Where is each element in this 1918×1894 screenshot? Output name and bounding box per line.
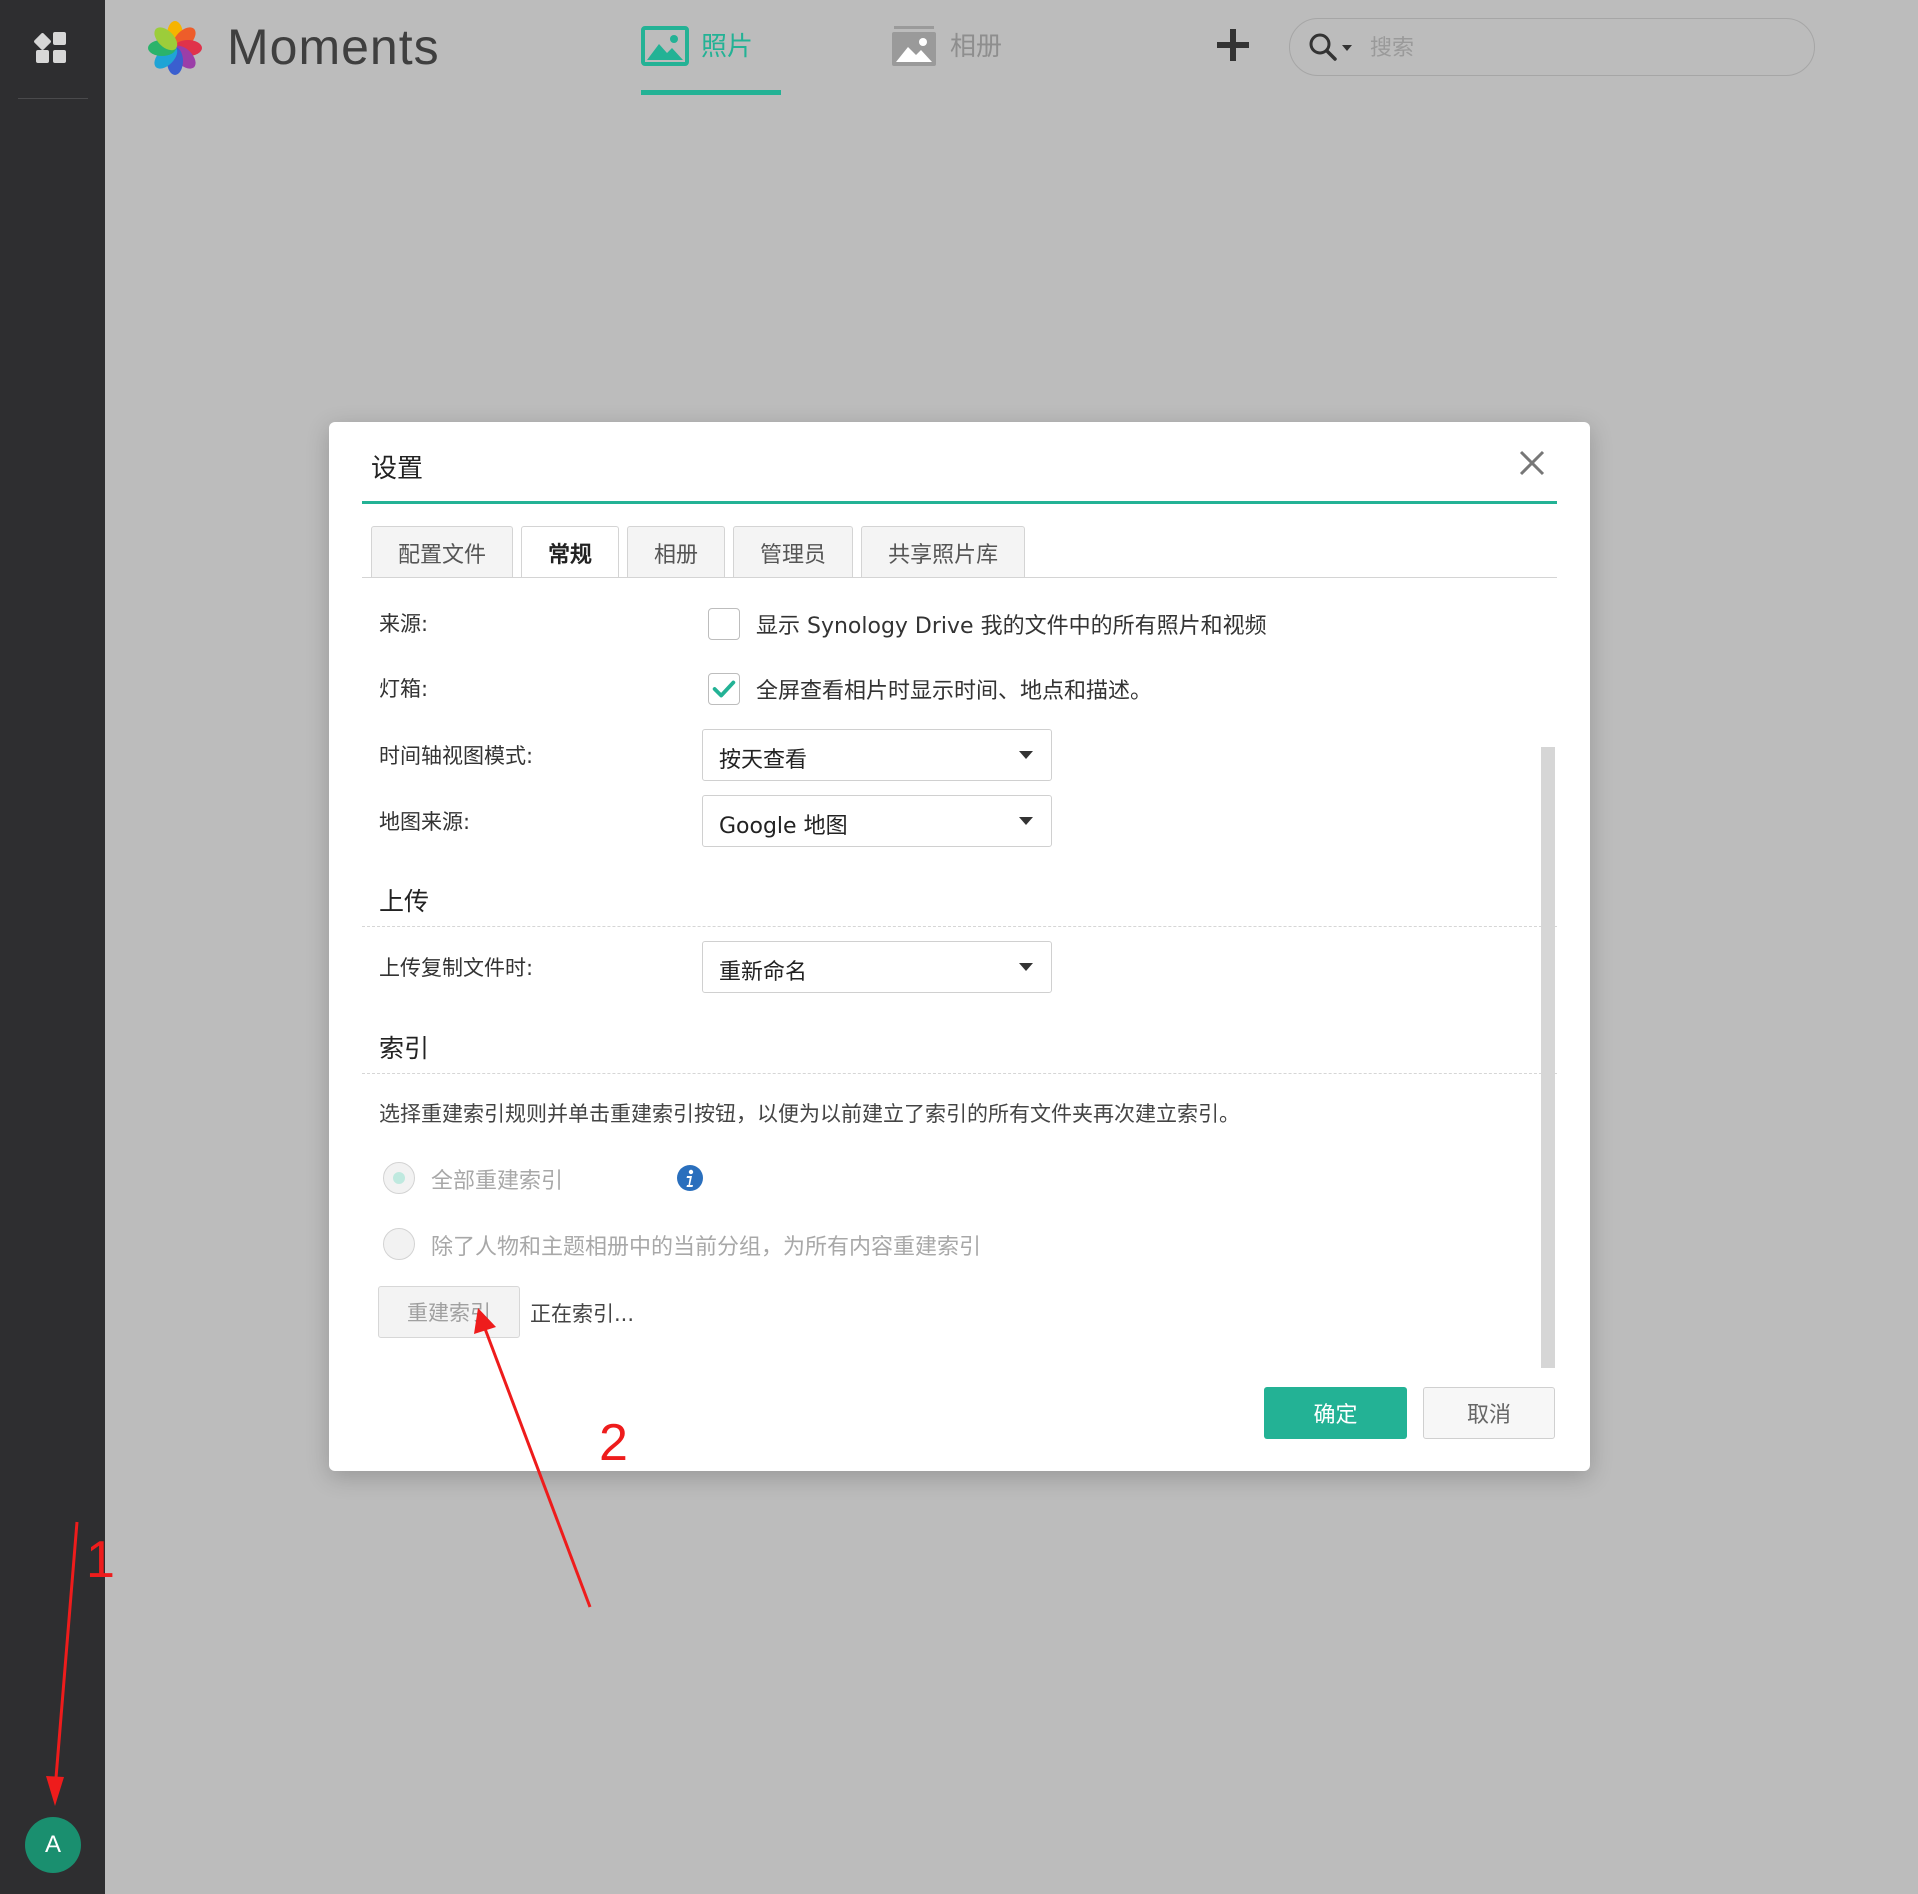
search-options-caret-icon[interactable] — [1342, 45, 1352, 51]
map-source-select[interactable]: Google 地图 — [702, 795, 1052, 847]
tab-photos-label: 照片 — [701, 32, 754, 62]
dropdown-caret-icon — [1019, 817, 1033, 825]
map-source-label: 地图来源: — [379, 810, 471, 834]
rail-divider — [18, 98, 88, 99]
source-checkbox-text: 显示 Synology Drive 我的文件中的所有照片和视频 — [756, 614, 1267, 639]
close-icon[interactable] — [1515, 446, 1549, 480]
annotation-number-1: 1 — [86, 1531, 115, 1589]
cancel-button[interactable]: 取消 — [1423, 1387, 1555, 1439]
dropdown-caret-icon — [1019, 963, 1033, 971]
source-checkbox[interactable] — [708, 608, 740, 640]
settings-dialog: 设置 配置文件 常规 相册 管理员 共享照片库 来源: 显示 Synology … — [329, 422, 1590, 1471]
dropdown-caret-icon — [1019, 751, 1033, 759]
moments-logo-icon — [148, 21, 202, 75]
tab-albums-label: 相册 — [950, 32, 1003, 62]
reindex-except-groups-label: 除了人物和主题相册中的当前分组，为所有内容重建索引 — [431, 1235, 982, 1260]
app-title: Moments — [227, 19, 440, 75]
tab-albums-settings[interactable]: 相册 — [627, 526, 726, 578]
dialog-scrollbar[interactable] — [1541, 747, 1555, 1368]
add-icon[interactable] — [1214, 26, 1252, 64]
tab-albums[interactable]: 相册 — [890, 26, 1002, 96]
tab-shared-library[interactable]: 共享照片库 — [861, 526, 1026, 578]
settings-tabs: 配置文件 常规 相册 管理员 共享照片库 — [371, 526, 1026, 578]
timeline-mode-select[interactable]: 按天查看 — [702, 729, 1052, 781]
photo-icon — [641, 26, 689, 66]
duplicate-upload-label: 上传复制文件时: — [379, 956, 534, 980]
index-description: 选择重建索引规则并单击重建索引按钮，以便为以前建立了索引的所有文件夹再次建立索引… — [379, 1102, 1240, 1126]
album-icon — [892, 26, 936, 66]
rebuild-index-button[interactable]: 重建索引 — [378, 1286, 520, 1338]
map-source-value: Google 地图 — [719, 814, 848, 839]
source-label: 来源: — [379, 612, 429, 636]
info-icon[interactable] — [676, 1164, 704, 1192]
tab-administrator[interactable]: 管理员 — [733, 526, 854, 578]
reindex-except-groups-radio[interactable] — [383, 1228, 415, 1260]
tab-general[interactable]: 常规 — [521, 526, 620, 578]
checkmark-icon — [712, 680, 736, 698]
index-divider — [362, 1073, 1557, 1074]
duplicate-upload-select[interactable]: 重新命名 — [702, 941, 1052, 993]
radio-selected-dot — [393, 1172, 405, 1184]
left-rail: A — [0, 0, 105, 1894]
tab-photos[interactable]: 照片 — [641, 26, 753, 96]
lightbox-checkbox-text: 全屏查看相片时显示时间、地点和描述。 — [756, 679, 1153, 704]
lightbox-checkbox[interactable] — [708, 673, 740, 705]
index-heading: 索引 — [379, 1034, 430, 1063]
indexing-status: 正在索引... — [530, 1302, 635, 1326]
tab-profile[interactable]: 配置文件 — [371, 526, 514, 578]
lightbox-label: 灯箱: — [379, 677, 429, 701]
reindex-all-label: 全部重建索引 — [431, 1163, 703, 1195]
search-input[interactable] — [1370, 31, 1790, 65]
search-box[interactable] — [1289, 18, 1815, 76]
active-tab-indicator — [641, 90, 781, 95]
timeline-mode-value: 按天查看 — [719, 748, 808, 773]
upload-heading: 上传 — [379, 887, 430, 916]
upload-divider — [362, 926, 1557, 927]
main-menu-icon[interactable] — [33, 32, 68, 64]
user-avatar-button[interactable]: A — [25, 1817, 81, 1873]
timeline-mode-label: 时间轴视图模式: — [379, 744, 534, 768]
search-icon[interactable] — [1308, 32, 1338, 62]
ok-button[interactable]: 确定 — [1264, 1387, 1407, 1439]
tabs-divider — [362, 577, 1557, 578]
top-header: Moments 照片 相册 — [105, 0, 1918, 100]
reindex-all-radio[interactable] — [383, 1162, 415, 1194]
dialog-title: 设置 — [371, 454, 424, 484]
dialog-title-rule — [362, 501, 1557, 504]
annotation-number-2: 2 — [599, 1414, 628, 1472]
duplicate-upload-value: 重新命名 — [719, 960, 808, 985]
